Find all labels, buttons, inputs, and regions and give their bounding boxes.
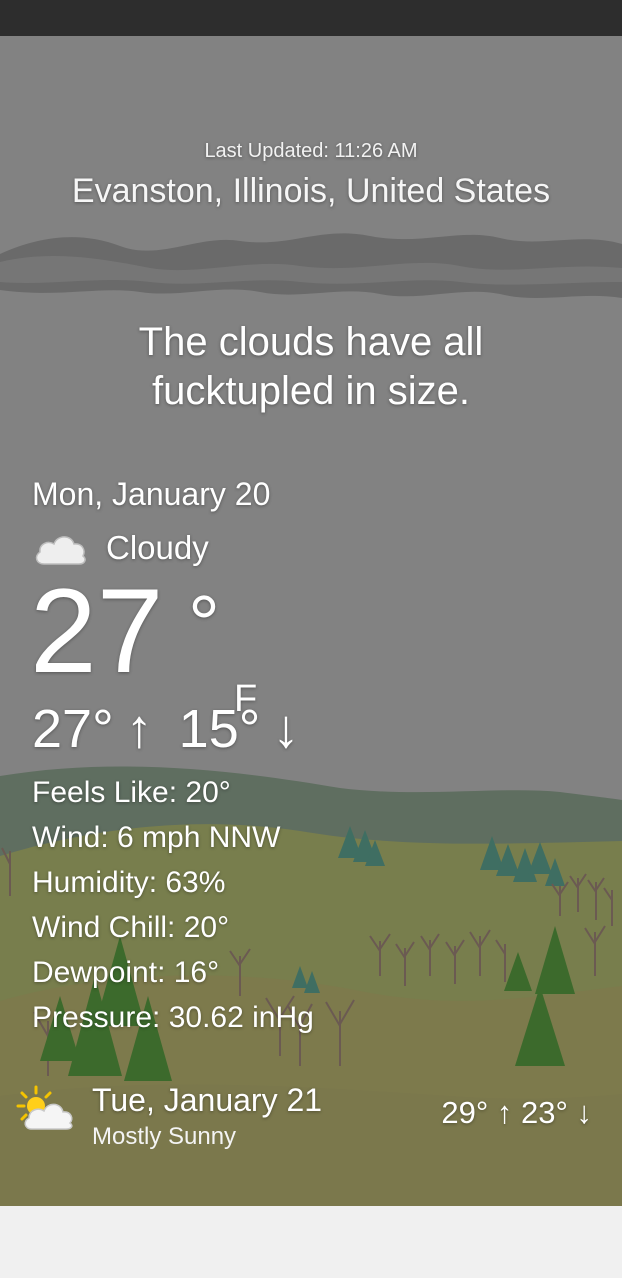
low-temp: 15° <box>178 699 261 759</box>
today-high-low: 27° ↑ 15° ↓ <box>32 698 299 760</box>
pressure: Pressure: 30.62 inHg <box>32 1001 314 1034</box>
current-date: Mon, January 20 <box>32 476 271 512</box>
weather-screen: Last Updated: 11:26 AM Evanston, Illinoi… <box>0 36 622 1206</box>
feels-like: Feels Like: 20° <box>32 776 231 809</box>
wind: Wind: 6 mph NNW <box>32 821 281 854</box>
down-arrow-icon: ↓ <box>272 699 300 759</box>
degree-symbol: ° <box>188 579 220 668</box>
dewpoint: Dewpoint: 16° <box>32 956 220 989</box>
current-temperature: 27 <box>30 564 164 698</box>
location-name[interactable]: Evanston, Illinois, United States <box>0 172 622 211</box>
condition-label: Cloudy <box>106 529 209 566</box>
wind-chill: Wind Chill: 20° <box>32 911 230 944</box>
bottom-panel <box>0 1206 622 1278</box>
forecast-item[interactable]: Tue, January 21 Mostly Sunny 29° ↑ 23° ↓ <box>0 1081 622 1167</box>
forecast-date: Tue, January 21 <box>92 1082 323 1118</box>
up-arrow-icon: ↑ <box>125 699 153 759</box>
sun-cloud-icon <box>16 1085 73 1130</box>
high-temp: 27° <box>32 699 114 759</box>
humidity: Humidity: 63% <box>32 866 226 899</box>
forecast-high-low: 29° ↑ 23° ↓ <box>441 1095 592 1130</box>
status-bar <box>0 0 622 36</box>
weather-details: Feels Like: 20° Wind: 6 mph NNW Humidity… <box>32 770 314 1040</box>
weather-headline: The clouds have all fucktupled in size. <box>138 320 484 413</box>
forecast-condition: Mostly Sunny <box>92 1123 237 1150</box>
last-updated: Last Updated: 11:26 AM <box>204 140 418 162</box>
